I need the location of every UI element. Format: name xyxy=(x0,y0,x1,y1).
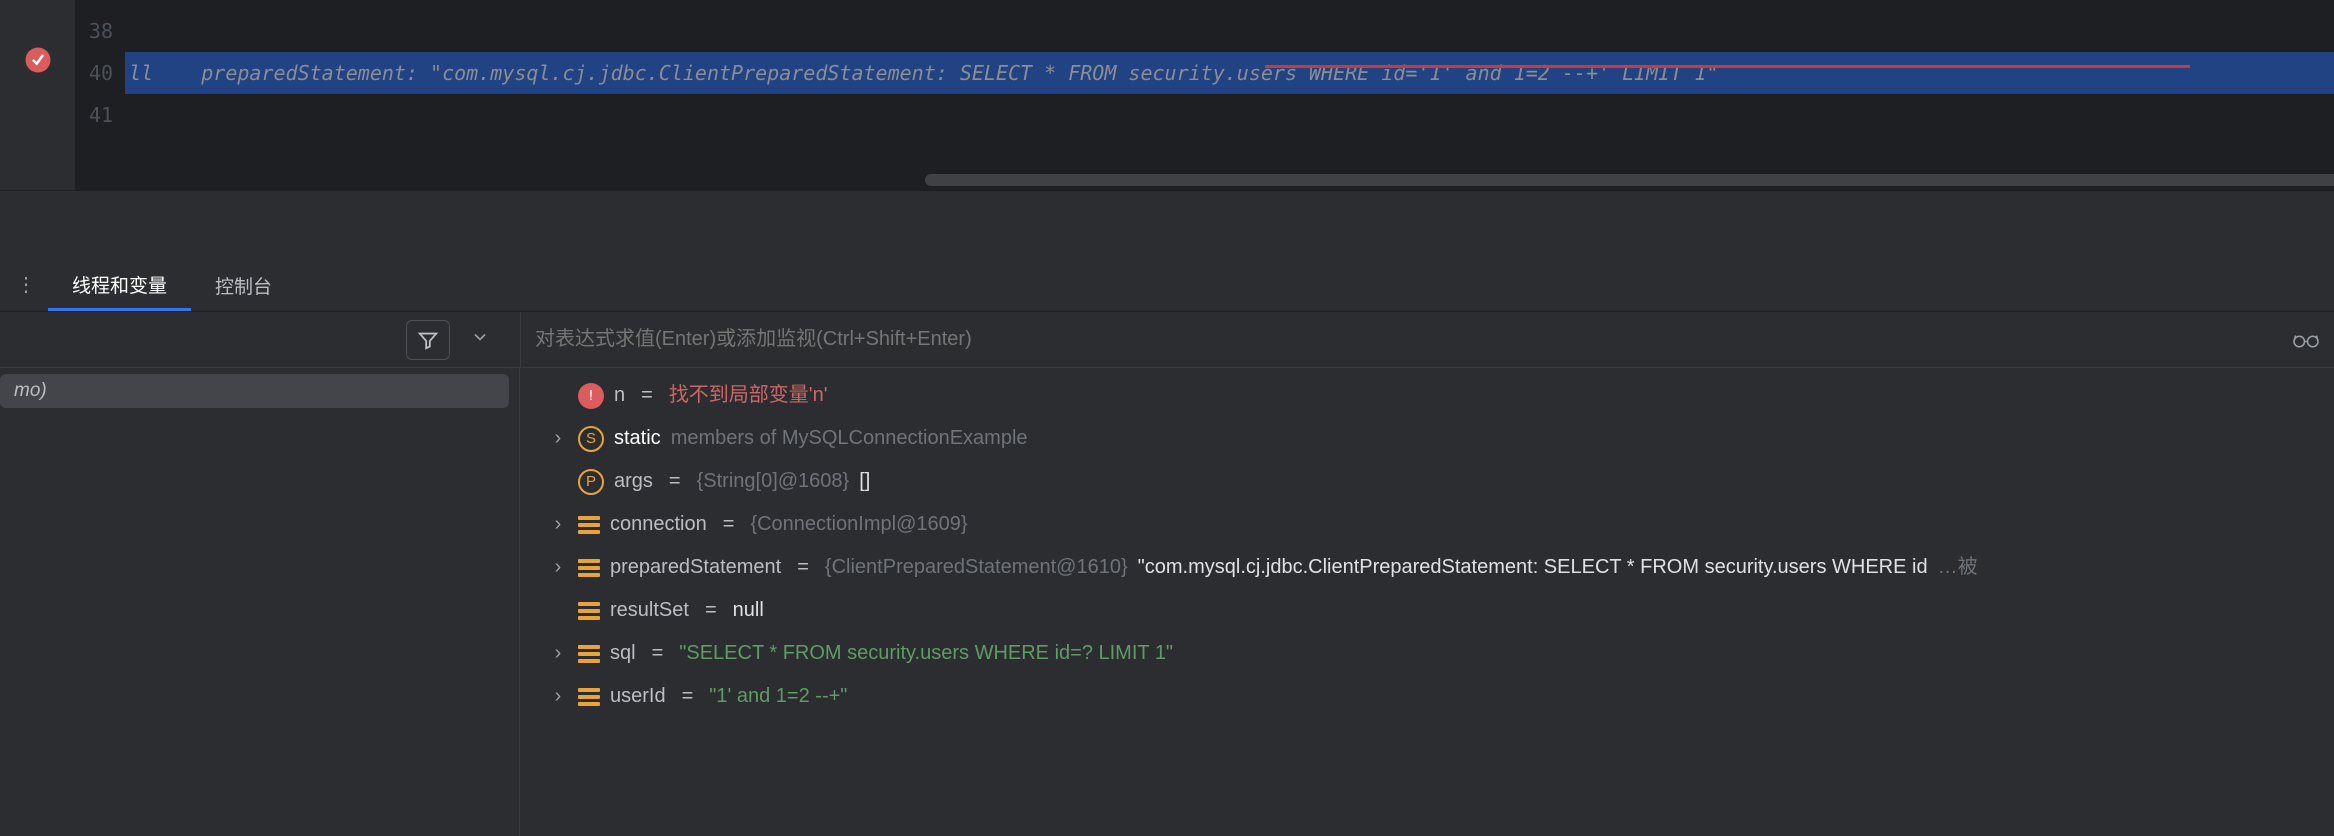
horizontal-scrollbar[interactable] xyxy=(925,174,2334,186)
variable-object: {ConnectionImpl@1609} xyxy=(750,503,967,546)
debug-columns: mo) › ! n = 找不到局部变量'n' › S static member… xyxy=(0,368,2334,836)
variable-name: sql xyxy=(610,632,636,675)
object-icon xyxy=(578,645,600,663)
variable-row-preparedstatement[interactable]: › preparedStatement = {ClientPreparedSta… xyxy=(520,546,2334,589)
breakpoint-tool-icon[interactable] xyxy=(23,45,53,83)
variable-truncated: …被 xyxy=(1938,546,1978,589)
expand-icon[interactable]: › xyxy=(548,546,568,589)
evaluate-toolbar xyxy=(0,312,2334,368)
toolbar-left xyxy=(0,312,520,367)
variable-object: {String[0]@1608} xyxy=(697,460,850,503)
line-number-gutter: 38 40 41 xyxy=(75,0,125,190)
variable-row-args[interactable]: › P args = {String[0]@1608} [] xyxy=(520,460,2334,503)
variable-object: {ClientPreparedStatement@1610} xyxy=(825,546,1128,589)
panel-gap xyxy=(0,190,2334,258)
variable-name: userId xyxy=(610,675,666,718)
equals-sign: = xyxy=(635,374,659,417)
variable-name: preparedStatement xyxy=(610,546,781,589)
line-number: 40 xyxy=(75,52,113,94)
variable-value: null xyxy=(733,589,764,632)
tool-icon-column xyxy=(0,0,75,190)
expand-icon[interactable]: › xyxy=(548,417,568,460)
chevron-down-icon[interactable] xyxy=(470,327,490,353)
variable-tail: [] xyxy=(859,460,870,503)
expand-icon[interactable]: › xyxy=(548,632,568,675)
code-editor: 38 40 41 ll preparedStatement: "com.mysq… xyxy=(0,0,2334,190)
variable-value: members of MySQLConnectionExample xyxy=(671,417,1028,460)
variable-row-userid[interactable]: › userId = "1' and 1=2 --+" xyxy=(520,675,2334,718)
equals-sign: = xyxy=(791,546,815,589)
equals-sign: = xyxy=(663,460,687,503)
equals-sign: = xyxy=(646,632,670,675)
more-vertical-icon[interactable]: ⋮ xyxy=(6,272,48,297)
error-underline xyxy=(1265,65,2190,68)
line-number: 41 xyxy=(75,94,113,136)
variable-value: 找不到局部变量'n' xyxy=(669,374,828,417)
equals-sign: = xyxy=(717,503,741,546)
variable-name: connection xyxy=(610,503,707,546)
variable-string: "com.mysql.cj.jdbc.ClientPreparedStateme… xyxy=(1138,546,1928,589)
variable-name: static xyxy=(614,417,661,460)
variable-row-error[interactable]: › ! n = 找不到局部变量'n' xyxy=(520,374,2334,417)
variable-row-connection[interactable]: › connection = {ConnectionImpl@1609} xyxy=(520,503,2334,546)
watches-icon[interactable] xyxy=(2278,329,2334,351)
object-icon xyxy=(578,602,600,620)
variable-string: "1' and 1=2 --+" xyxy=(709,675,847,718)
variable-name: n xyxy=(614,374,625,417)
code-line xyxy=(125,136,2334,178)
variable-string: "SELECT * FROM security.users WHERE id=?… xyxy=(679,632,1173,675)
code-line xyxy=(125,10,2334,52)
param-badge-icon: P xyxy=(578,469,604,495)
filter-button[interactable] xyxy=(406,320,450,360)
line-number: 38 xyxy=(75,10,113,52)
equals-sign: = xyxy=(676,675,700,718)
code-line-highlighted: ll preparedStatement: "com.mysql.cj.jdbc… xyxy=(125,52,2334,94)
variable-row-static[interactable]: › S static members of MySQLConnectionExa… xyxy=(520,417,2334,460)
variable-name: args xyxy=(614,460,653,503)
evaluate-input-wrapper xyxy=(520,312,2334,367)
static-badge-icon: S xyxy=(578,426,604,452)
variable-row-sql[interactable]: › sql = "SELECT * FROM security.users WH… xyxy=(520,632,2334,675)
object-icon xyxy=(578,516,600,534)
equals-sign: = xyxy=(699,589,723,632)
variables-column: › ! n = 找不到局部变量'n' › S static members of… xyxy=(520,368,2334,836)
variable-row-resultset[interactable]: › resultSet = null xyxy=(520,589,2334,632)
expand-icon[interactable]: › xyxy=(548,675,568,718)
frame-item[interactable]: mo) xyxy=(0,374,509,408)
evaluate-expression-input[interactable] xyxy=(535,328,2278,351)
object-icon xyxy=(578,688,600,706)
tab-threads-variables[interactable]: 线程和变量 xyxy=(48,259,191,311)
object-icon xyxy=(578,559,600,577)
code-content[interactable]: ll preparedStatement: "com.mysql.cj.jdbc… xyxy=(125,0,2334,190)
code-line xyxy=(125,94,2334,136)
debug-panel: mo) › ! n = 找不到局部变量'n' › S static member… xyxy=(0,312,2334,836)
expand-icon[interactable]: › xyxy=(548,503,568,546)
error-badge-icon: ! xyxy=(578,383,604,409)
debug-tab-bar: ⋮ 线程和变量 控制台 xyxy=(0,258,2334,312)
frames-column: mo) xyxy=(0,368,520,836)
tab-console[interactable]: 控制台 xyxy=(191,260,296,309)
variable-name: resultSet xyxy=(610,589,689,632)
